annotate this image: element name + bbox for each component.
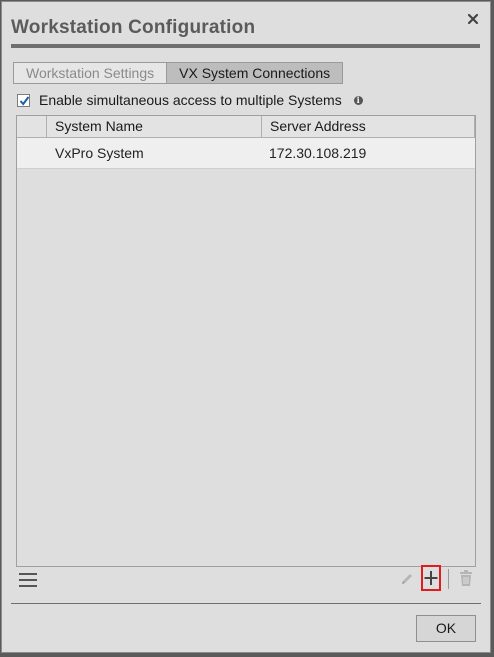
close-icon[interactable] — [466, 12, 480, 26]
tab-workstation-settings[interactable]: Workstation Settings — [13, 62, 168, 84]
tab-bar: Workstation Settings VX System Connectio… — [13, 62, 344, 84]
trash-icon[interactable] — [459, 570, 473, 587]
simultaneous-access-label: Enable simultaneous access to multiple S… — [39, 92, 342, 108]
footer-divider — [11, 603, 481, 604]
systems-table: System Name Server Address VxPro System … — [16, 115, 476, 567]
list-toolbar — [16, 565, 476, 594]
title-divider — [11, 44, 480, 48]
ok-button[interactable]: OK — [416, 615, 476, 642]
simultaneous-access-checkbox[interactable] — [17, 93, 30, 107]
tab-vx-system-connections[interactable]: VX System Connections — [167, 62, 344, 84]
dialog-title: Workstation Configuration — [11, 17, 256, 38]
select-column-header — [17, 116, 47, 137]
column-header-system-name[interactable]: System Name — [47, 116, 262, 137]
row-select-cell — [17, 138, 47, 168]
add-system-button[interactable] — [421, 565, 441, 591]
workstation-configuration-dialog: Workstation Configuration Workstation Se… — [1, 1, 491, 653]
menu-icon[interactable] — [19, 573, 37, 587]
info-icon[interactable]: i — [353, 95, 363, 105]
checkmark-icon — [19, 95, 30, 106]
pencil-icon[interactable] — [399, 571, 415, 587]
simultaneous-access-option: Enable simultaneous access to multiple S… — [17, 92, 363, 108]
toolbar-separator — [448, 569, 449, 589]
table-row[interactable]: VxPro System 172.30.108.219 — [17, 138, 475, 169]
system-name-cell: VxPro System — [55, 145, 144, 161]
column-header-server-address[interactable]: Server Address — [262, 116, 475, 137]
server-address-cell: 172.30.108.219 — [269, 145, 367, 161]
plus-icon — [424, 571, 438, 585]
table-header: System Name Server Address — [17, 116, 475, 138]
